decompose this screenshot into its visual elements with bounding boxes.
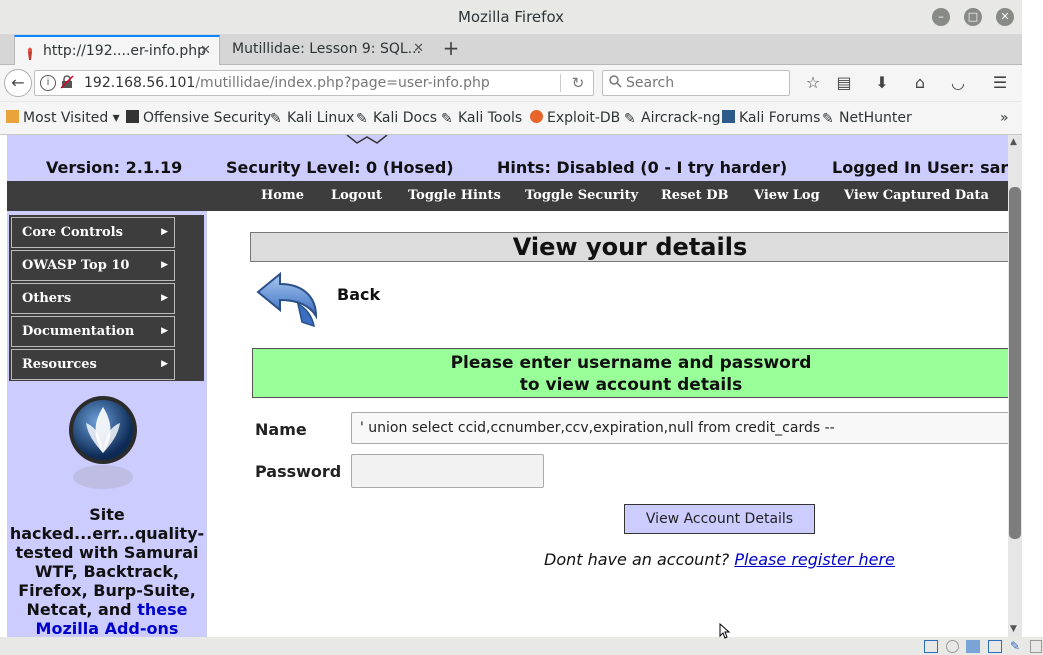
- hamburger-menu-icon[interactable]: ☰: [990, 73, 1010, 93]
- close-tab-icon[interactable]: ✕: [200, 37, 211, 65]
- addon-icon[interactable]: [966, 640, 980, 653]
- new-tab-icon[interactable]: +: [440, 36, 462, 62]
- kali-dragon-icon: ✎: [356, 111, 368, 127]
- scroll-down-icon[interactable]: ▼: [1010, 624, 1017, 634]
- aircrack-icon: ✎: [624, 111, 636, 127]
- back-arrow-icon[interactable]: ←: [4, 69, 32, 97]
- logged-in-user-text: Logged In User: sar: [832, 158, 1008, 177]
- menu-logout[interactable]: Logout: [331, 188, 382, 203]
- sidebar-item-core-controls[interactable]: Core Controls ▶: [11, 217, 175, 248]
- reload-icon[interactable]: ↻: [568, 73, 588, 93]
- close-tab-icon[interactable]: ✕: [413, 35, 424, 63]
- info-icon[interactable]: i: [40, 75, 56, 91]
- bookmark-exploit-db[interactable]: Exploit-DB: [530, 110, 620, 126]
- menu-home[interactable]: Home: [261, 188, 304, 203]
- password-field[interactable]: [351, 454, 544, 488]
- name-field[interactable]: ' union select ccid,ccnumber,ccv,expirat…: [351, 412, 1011, 444]
- header-banner: [7, 135, 1008, 155]
- bookmark-kali-linux[interactable]: ✎ Kali Linux: [270, 110, 354, 127]
- sidebar-item-others[interactable]: Others ▶: [11, 283, 175, 314]
- url-divider: [560, 74, 561, 92]
- reading-list-icon[interactable]: ▤: [834, 73, 854, 93]
- view-account-details-button[interactable]: View Account Details: [624, 504, 815, 534]
- tab-label: http://192....er-info.php: [43, 43, 207, 59]
- sidebar-item-documentation[interactable]: Documentation ▶: [11, 316, 175, 347]
- window-title: Mozilla Firefox: [457, 8, 565, 26]
- addon-icon[interactable]: [1030, 640, 1042, 653]
- kali-dragon-icon: ✎: [822, 111, 834, 127]
- menu-view-log[interactable]: View Log: [754, 188, 820, 203]
- instructions-line-1: Please enter username and password: [450, 353, 812, 373]
- insecure-lock-icon[interactable]: [60, 75, 74, 89]
- search-icon: [608, 74, 622, 88]
- tab-mutillidae-lesson[interactable]: Mutillidae: Lesson 9: SQL... ✕: [220, 35, 432, 65]
- status-info-bar: Version: 2.1.19 Security Level: 0 (Hosed…: [7, 155, 1008, 181]
- menu-toggle-hints[interactable]: Toggle Hints: [408, 188, 501, 203]
- tab-user-info[interactable]: http://192....er-info.php ✕: [14, 35, 220, 65]
- maximize-button[interactable]: □: [964, 8, 982, 26]
- sidebar-item-owasp-top-10[interactable]: OWASP Top 10 ▶: [11, 250, 175, 281]
- bookmark-most-visited[interactable]: Most Visited ▾: [6, 110, 120, 126]
- desktop-edge: [1022, 0, 1043, 655]
- instructions-box: Please enter username and password to vi…: [252, 348, 1010, 398]
- url-path: /mutillidae/index.php?page=user-info.php: [195, 75, 490, 91]
- back-arrow-icon[interactable]: [254, 270, 320, 330]
- close-window-button[interactable]: ✕: [996, 8, 1014, 26]
- register-prompt: Dont have an account? Please register he…: [544, 550, 895, 569]
- security-level-text: Security Level: 0 (Hosed): [226, 158, 454, 177]
- bookmark-kali-docs[interactable]: ✎ Kali Docs: [356, 110, 437, 127]
- folder-icon: [6, 110, 19, 123]
- submenu-arrow-icon: ▶: [161, 359, 168, 369]
- back-link[interactable]: Back: [337, 285, 380, 304]
- submenu-arrow-icon: ▶: [161, 260, 168, 270]
- submenu-arrow-icon: ▶: [161, 326, 168, 336]
- addon-icon[interactable]: [924, 640, 938, 653]
- bookmark-kali-tools[interactable]: ✎ Kali Tools: [441, 110, 522, 127]
- addon-icon[interactable]: [988, 640, 1002, 653]
- pocket-icon[interactable]: ◡: [948, 73, 968, 93]
- mutillidae-favicon-icon: [25, 43, 35, 60]
- password-label: Password: [255, 462, 342, 481]
- kali-dragon-icon: ✎: [441, 111, 453, 127]
- kali-dragon-icon: ✎: [270, 111, 282, 127]
- bookmark-nethunter[interactable]: ✎ NetHunter: [822, 110, 912, 127]
- status-bar: [0, 637, 1043, 655]
- downloads-icon[interactable]: ⬇: [872, 73, 892, 93]
- offsec-icon: [126, 110, 139, 123]
- sidebar-item-resources[interactable]: Resources ▶: [11, 349, 175, 380]
- url-text[interactable]: 192.168.56.101/mutillidae/index.php?page…: [84, 75, 490, 91]
- bookmarks-overflow-icon[interactable]: »: [1000, 110, 1009, 126]
- url-host: 192.168.56.101: [84, 75, 196, 91]
- addon-icon[interactable]: ✎: [1010, 640, 1022, 653]
- tab-label: Mutillidae: Lesson 9: SQL...: [232, 41, 422, 57]
- submenu-arrow-icon: ▶: [161, 227, 168, 237]
- minimize-button[interactable]: –: [932, 8, 950, 26]
- scroll-up-icon[interactable]: ▲: [1010, 137, 1017, 147]
- exploit-db-icon: [530, 110, 543, 123]
- name-label: Name: [255, 420, 307, 439]
- search-input[interactable]: Search: [626, 75, 674, 91]
- kali-forums-icon: [722, 110, 735, 123]
- bookmark-star-icon[interactable]: ☆: [803, 73, 823, 93]
- instructions-line-2: to view account details: [519, 375, 743, 395]
- menu-toggle-security[interactable]: Toggle Security: [525, 188, 638, 203]
- addon-icon[interactable]: [946, 640, 959, 653]
- menu-reset-db[interactable]: Reset DB: [661, 188, 728, 203]
- submenu-arrow-icon: ▶: [161, 293, 168, 303]
- sidebar-credit-text: Site hacked...err...quality-tested with …: [9, 505, 205, 638]
- mouse-cursor-icon: [719, 622, 731, 639]
- scrollbar-thumb[interactable]: [1009, 187, 1021, 539]
- bookmark-offensive-security[interactable]: Offensive Security: [126, 110, 271, 126]
- register-link[interactable]: Please register here: [734, 550, 895, 569]
- page-title: View your details: [250, 232, 1010, 262]
- home-icon[interactable]: ⌂: [910, 73, 930, 93]
- version-text: Version: 2.1.19: [46, 158, 183, 177]
- bookmark-aircrack-ng[interactable]: ✎ Aircrack-ng: [624, 110, 721, 127]
- hints-status-text: Hints: Disabled (0 - I try harder): [497, 158, 788, 177]
- owasp-logo: [66, 393, 140, 493]
- menu-view-captured-data[interactable]: View Captured Data: [844, 188, 989, 203]
- bookmark-kali-forums[interactable]: Kali Forums: [722, 110, 820, 126]
